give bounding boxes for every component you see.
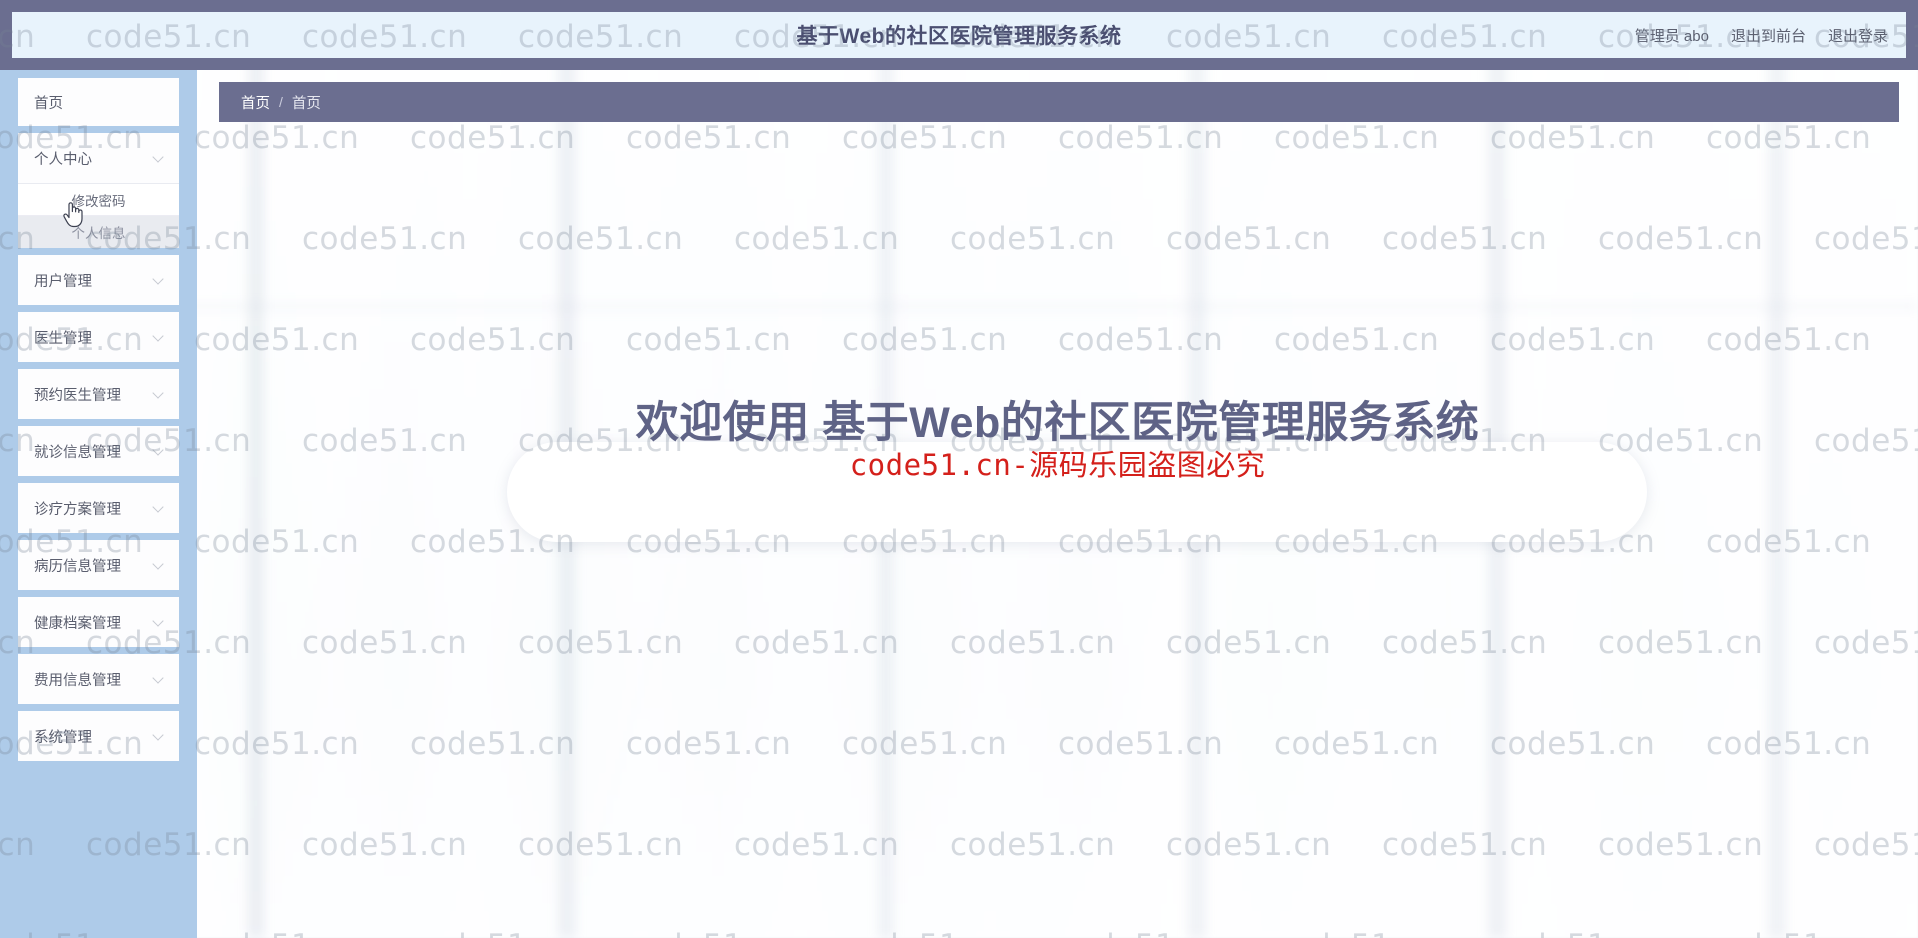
sidebar-subitem-label: 个人信息: [71, 226, 126, 241]
chevron-down-icon: [153, 152, 165, 164]
sidebar-item-label: 用户管理: [34, 273, 92, 290]
logout-link[interactable]: 退出登录: [1828, 25, 1888, 46]
chevron-down-icon: [153, 616, 165, 628]
chevron-down-icon: [153, 274, 165, 286]
sidebar-subitem-label: 修改密码: [71, 193, 126, 209]
chevron-down-icon: [153, 730, 165, 742]
chevron-down-icon: [153, 445, 165, 457]
sidebar-item-label: 就诊信息管理: [34, 444, 121, 461]
chevron-down-icon: [153, 559, 165, 571]
app-root: 基于Web的社区医院管理服务系统 管理员 abo 退出到前台 退出登录 首页 个…: [0, 0, 1918, 938]
chevron-down-icon: [153, 502, 165, 514]
page-title: 基于Web的社区医院管理服务系统: [796, 25, 1122, 48]
sidebar-item-label: 诊疗方案管理: [34, 501, 121, 518]
sidebar-item-user-management[interactable]: 用户管理: [18, 255, 179, 305]
current-user-label: 管理员 abo: [1634, 27, 1709, 45]
sidebar-item-visit-info-management[interactable]: 就诊信息管理: [18, 426, 179, 476]
sidebar-group-user-management: 用户管理: [0, 255, 197, 305]
breadcrumb: 首页 / 首页: [219, 82, 1899, 122]
welcome-card: [507, 442, 1647, 542]
sidebar-group-personal-center: 个人中心 修改密码 个人信息: [0, 133, 197, 248]
sidebar-item-medical-record-management[interactable]: 病历信息管理: [18, 540, 179, 590]
sidebar-item-treatment-plan-management[interactable]: 诊疗方案管理: [18, 483, 179, 533]
content-area: 首页 / 首页: [197, 70, 1918, 938]
top-header-bar: 基于Web的社区医院管理服务系统 管理员 abo 退出到前台 退出登录: [0, 0, 1918, 70]
sidebar-item-doctor-management[interactable]: 医生管理: [18, 312, 179, 362]
sidebar-item-label: 个人中心: [34, 151, 92, 168]
sidebar-group-medical-record-management: 病历信息管理: [0, 540, 197, 590]
sidebar-submenu-personal-center: 修改密码 个人信息: [18, 183, 179, 248]
sidebar-item-label: 系统管理: [34, 729, 92, 746]
top-header-inner: 基于Web的社区医院管理服务系统 管理员 abo 退出到前台 退出登录: [12, 12, 1906, 58]
sidebar-group-system-management: 系统管理: [0, 711, 197, 761]
sidebar-item-label: 费用信息管理: [34, 672, 121, 689]
sidebar-item-personal-center[interactable]: 个人中心: [18, 133, 179, 183]
sidebar-item-health-archive-management[interactable]: 健康档案管理: [18, 597, 179, 647]
header-user-menu: 管理员 abo 退出到前台 退出登录: [1635, 12, 1888, 58]
sidebar-item-label: 首页: [34, 95, 63, 112]
sidebar-item-system-management[interactable]: 系统管理: [18, 711, 179, 761]
sidebar-item-label: 健康档案管理: [34, 615, 121, 632]
sidebar-group-appointment-management: 预约医生管理: [0, 369, 197, 419]
sidebar-item-home[interactable]: 首页: [18, 78, 179, 126]
sidebar-group-visit-info-management: 就诊信息管理: [0, 426, 197, 476]
sidebar-item-label: 病历信息管理: [34, 558, 121, 575]
sidebar-group-health-archive-management: 健康档案管理: [0, 597, 197, 647]
chevron-down-icon: [153, 388, 165, 400]
breadcrumb-current: 首页: [291, 95, 321, 112]
exit-to-frontend-link[interactable]: 退出到前台: [1731, 25, 1806, 46]
sidebar-group-fee-info-management: 费用信息管理: [0, 654, 197, 704]
sidebar-group-treatment-plan-management: 诊疗方案管理: [0, 483, 197, 533]
sidebar-item-label: 预约医生管理: [34, 387, 121, 404]
sidebar-nav: 首页 个人中心 修改密码 个人信息 用户管理 医生管理 预约医生管理 就诊信息管…: [0, 70, 197, 938]
sidebar-item-label: 医生管理: [34, 330, 92, 347]
breadcrumb-separator: /: [279, 94, 283, 110]
sidebar-subitem-personal-info[interactable]: 个人信息: [18, 216, 179, 248]
breadcrumb-home[interactable]: 首页: [241, 92, 270, 113]
chevron-down-icon: [153, 331, 165, 343]
sidebar-group-home: 首页: [0, 78, 197, 126]
chevron-down-icon: [153, 673, 165, 685]
sidebar-subitem-change-password[interactable]: 修改密码: [18, 184, 179, 216]
sidebar-item-appointment-management[interactable]: 预约医生管理: [18, 369, 179, 419]
sidebar-item-fee-info-management[interactable]: 费用信息管理: [18, 654, 179, 704]
sidebar-group-doctor-management: 医生管理: [0, 312, 197, 362]
